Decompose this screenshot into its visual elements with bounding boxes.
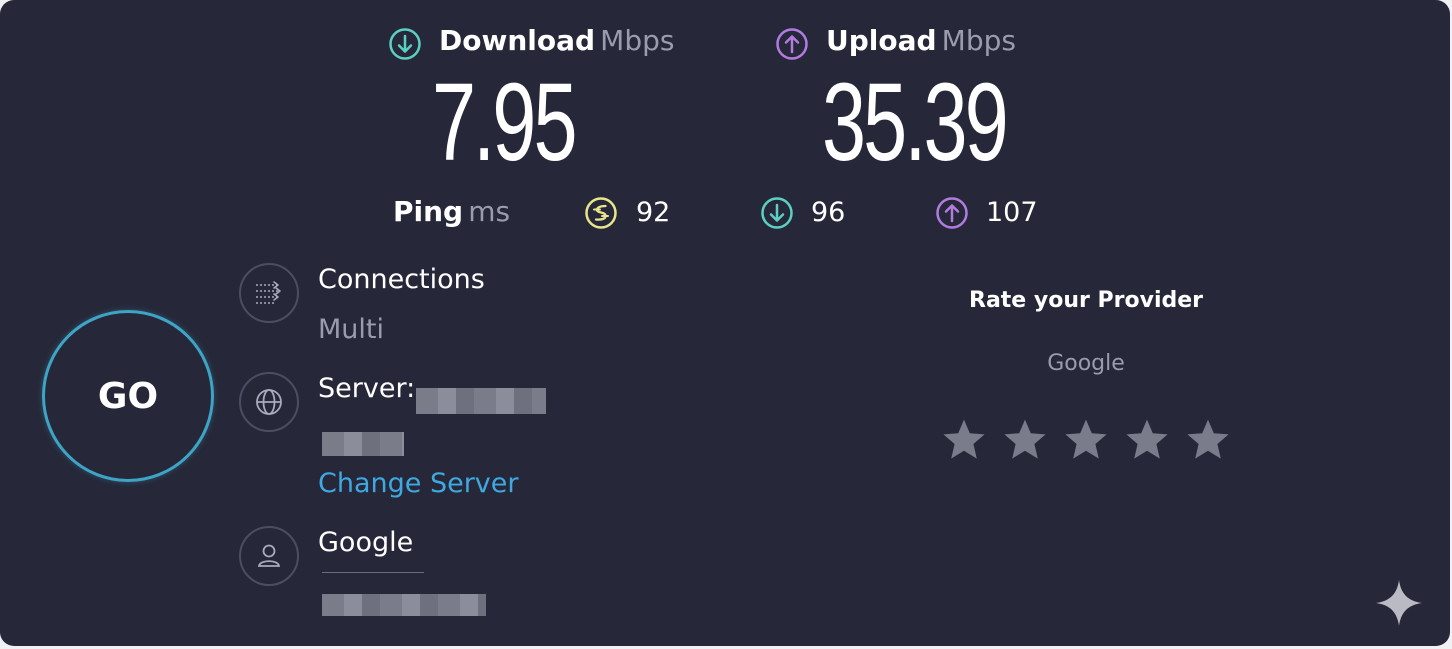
download-ping-value: 96	[811, 197, 846, 228]
connections-value: Multi	[318, 314, 384, 345]
server-location-redacted	[322, 432, 404, 456]
ping-unit: ms	[468, 195, 511, 228]
rating-star-5[interactable]	[1184, 416, 1232, 464]
go-button[interactable]: GO	[42, 310, 214, 482]
upload-label: Upload Mbps	[826, 24, 1016, 57]
provider-underline	[322, 572, 424, 573]
server-name-redacted	[416, 388, 546, 414]
rating-star-1[interactable]	[940, 416, 988, 464]
upload-speed-value: 35.39	[822, 61, 1009, 184]
download-arrow-icon	[388, 27, 422, 61]
download-speed-value: 7.95	[432, 61, 578, 184]
change-server-link[interactable]: Change Server	[318, 468, 519, 499]
ping-title: Ping	[393, 195, 464, 228]
rate-provider-title: Rate your Provider	[969, 288, 1203, 313]
rate-provider-name: Google	[1047, 351, 1125, 376]
rating-star-3[interactable]	[1062, 416, 1110, 464]
globe-icon	[239, 372, 299, 432]
upload-ping-value: 107	[986, 197, 1038, 228]
user-icon	[239, 526, 299, 586]
upload-unit: Mbps	[941, 24, 1016, 57]
rating-star-4[interactable]	[1123, 416, 1171, 464]
speedtest-results-panel: Download Mbps 7.95 Upload Mbps 35.39 Pin…	[0, 0, 1450, 646]
download-title: Download	[439, 24, 596, 57]
upload-arrow-icon	[775, 27, 809, 61]
sparkle-icon[interactable]	[1374, 578, 1424, 628]
download-unit: Mbps	[600, 24, 675, 57]
idle-ping-value: 92	[636, 197, 671, 228]
upload-title: Upload	[826, 24, 937, 57]
download-label: Download Mbps	[439, 24, 674, 57]
server-title: Server:	[318, 373, 416, 404]
provider-name: Google	[318, 527, 414, 558]
idle-ping-icon	[584, 196, 618, 230]
download-ping-icon	[760, 196, 794, 230]
ping-label: Ping ms	[393, 195, 510, 228]
upload-ping-icon	[935, 196, 969, 230]
provider-ip-redacted	[322, 594, 486, 616]
rating-star-2[interactable]	[1001, 416, 1049, 464]
